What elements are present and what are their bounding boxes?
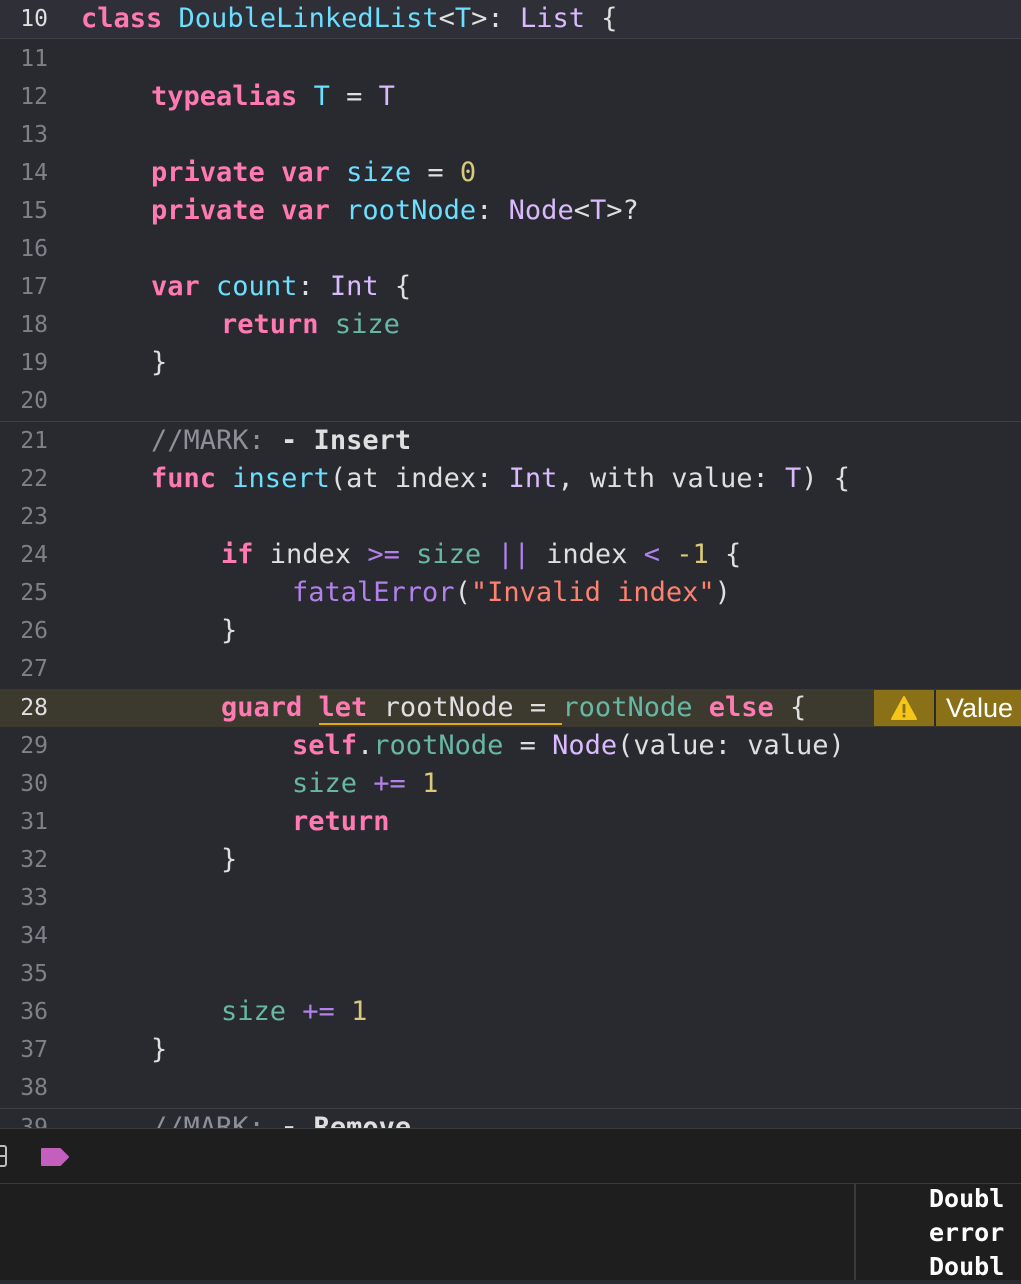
line-number: 33 xyxy=(20,885,48,911)
panel-toggle-icon[interactable] xyxy=(0,1145,8,1167)
line-number: 29 xyxy=(20,733,48,759)
console-panel[interactable]: Doubl error Doubl xyxy=(0,1184,1021,1281)
mark-comment: //MARK: - Remove xyxy=(151,1112,412,1128)
line-number: 19 xyxy=(20,350,48,376)
code-line[interactable]: 21 //MARK: - Insert xyxy=(0,421,1021,460)
console-output: Doubl error Doubl xyxy=(929,1182,1004,1284)
code-line[interactable]: 34 xyxy=(0,917,1021,955)
debug-bar xyxy=(0,1128,1021,1184)
line-number: 38 xyxy=(20,1075,48,1101)
code-text: } xyxy=(221,615,238,646)
line-number: 11 xyxy=(20,46,48,72)
code-line[interactable]: 30 size += 1 xyxy=(0,765,1021,803)
line-number: 37 xyxy=(20,1037,48,1063)
panel-divider[interactable] xyxy=(854,1184,856,1280)
code-text: if index >= size || index < -1 { xyxy=(221,539,742,570)
code-line[interactable]: 15 private var rootNode: Node<T>? xyxy=(0,192,1021,230)
code-line[interactable]: 16 xyxy=(0,230,1021,268)
line-number: 14 xyxy=(20,160,48,186)
code-text: } xyxy=(151,1034,168,1065)
code-line[interactable]: 12 typealias T = T xyxy=(0,78,1021,116)
line-number: 26 xyxy=(20,618,48,644)
line-number: 28 xyxy=(20,695,48,721)
code-line[interactable]: 27 xyxy=(0,650,1021,688)
warning-issue-badge[interactable]: Value xyxy=(874,690,1021,726)
line-number: 31 xyxy=(20,809,48,835)
code-line[interactable]: 11 xyxy=(0,40,1021,78)
code-text: self.rootNode = Node(value: value) xyxy=(292,730,845,761)
code-line[interactable]: 24 if index >= size || index < -1 { xyxy=(0,536,1021,574)
code-text: private var size = 0 xyxy=(151,157,477,188)
line-number: 12 xyxy=(20,84,48,110)
code-line[interactable]: 23 xyxy=(0,498,1021,536)
line-number: 17 xyxy=(20,274,48,300)
line-number: 34 xyxy=(20,923,48,949)
console-line: error xyxy=(929,1218,1005,1247)
code-text: return xyxy=(292,806,390,837)
line-number: 22 xyxy=(20,466,48,492)
mark-comment: //MARK: - Insert xyxy=(151,425,412,456)
line-number: 35 xyxy=(20,961,48,987)
line-number: 27 xyxy=(20,656,48,682)
code-text: } xyxy=(151,347,168,378)
code-line[interactable]: 32 } xyxy=(0,841,1021,879)
line-number: 30 xyxy=(20,771,48,797)
line-number: 10 xyxy=(20,6,48,32)
line-number: 15 xyxy=(20,198,48,224)
code-text: size += 1 xyxy=(221,996,368,1027)
code-line[interactable]: 22 func insert(at index: Int, with value… xyxy=(0,460,1021,498)
console-line: Doubl xyxy=(929,1184,1005,1213)
code-text: func insert(at index: Int, with value: T… xyxy=(151,463,851,494)
code-line[interactable]: 29 self.rootNode = Node(value: value) xyxy=(0,727,1021,765)
code-line[interactable]: 39 //MARK: - Remove xyxy=(0,1108,1021,1128)
code-line[interactable]: 35 xyxy=(0,955,1021,993)
code-line[interactable]: 33 xyxy=(0,879,1021,917)
code-text: guard let rootNode = rootNode else { xyxy=(221,692,807,725)
breakpoint-tag-icon[interactable] xyxy=(40,1147,70,1167)
line-number: 24 xyxy=(20,542,48,568)
line-number: 32 xyxy=(20,847,48,873)
code-text: fatalError("Invalid index") xyxy=(292,577,731,608)
code-text: } xyxy=(221,844,238,875)
code-text: size += 1 xyxy=(292,768,439,799)
console-line: Doubl xyxy=(929,1252,1005,1281)
code-text: typealias T = T xyxy=(151,81,395,112)
code-line[interactable]: 18 return size xyxy=(0,306,1021,344)
warning-triangle-icon xyxy=(874,690,936,726)
line-number: 18 xyxy=(20,312,48,338)
line-number: 20 xyxy=(20,388,48,414)
code-line[interactable]: 37 } xyxy=(0,1031,1021,1069)
line-number: 16 xyxy=(20,236,48,262)
line-number: 23 xyxy=(20,504,48,530)
code-line[interactable]: 36 size += 1 xyxy=(0,993,1021,1031)
line-number: 36 xyxy=(20,999,48,1025)
code-text: class DoubleLinkedList<T>: List { xyxy=(81,3,618,34)
code-line[interactable]: 20 xyxy=(0,382,1021,420)
code-text: return size xyxy=(221,309,400,340)
line-number: 13 xyxy=(20,122,48,148)
code-line[interactable]: 25 fatalError("Invalid index") xyxy=(0,574,1021,612)
code-line-current[interactable]: 28 guard let rootNode = rootNode else { … xyxy=(0,689,1021,727)
warning-message: Value xyxy=(946,693,1014,723)
code-line[interactable]: 38 xyxy=(0,1069,1021,1107)
code-text: var count: Int { xyxy=(151,271,412,302)
code-text: private var rootNode: Node<T>? xyxy=(151,195,639,226)
code-line[interactable]: 17 var count: Int { xyxy=(0,268,1021,306)
code-line[interactable]: 10 class DoubleLinkedList<T>: List { xyxy=(0,0,1021,39)
code-line[interactable]: 31 return xyxy=(0,803,1021,841)
line-number: 39 xyxy=(20,1115,48,1128)
code-line[interactable]: 14 private var size = 0 xyxy=(0,154,1021,192)
line-number: 21 xyxy=(20,428,48,454)
code-line[interactable]: 13 xyxy=(0,116,1021,154)
code-line[interactable]: 26 } xyxy=(0,612,1021,650)
line-number: 25 xyxy=(20,580,48,606)
code-line[interactable]: 19 } xyxy=(0,344,1021,382)
code-editor[interactable]: 10 class DoubleLinkedList<T>: List { 11 … xyxy=(0,0,1021,1128)
